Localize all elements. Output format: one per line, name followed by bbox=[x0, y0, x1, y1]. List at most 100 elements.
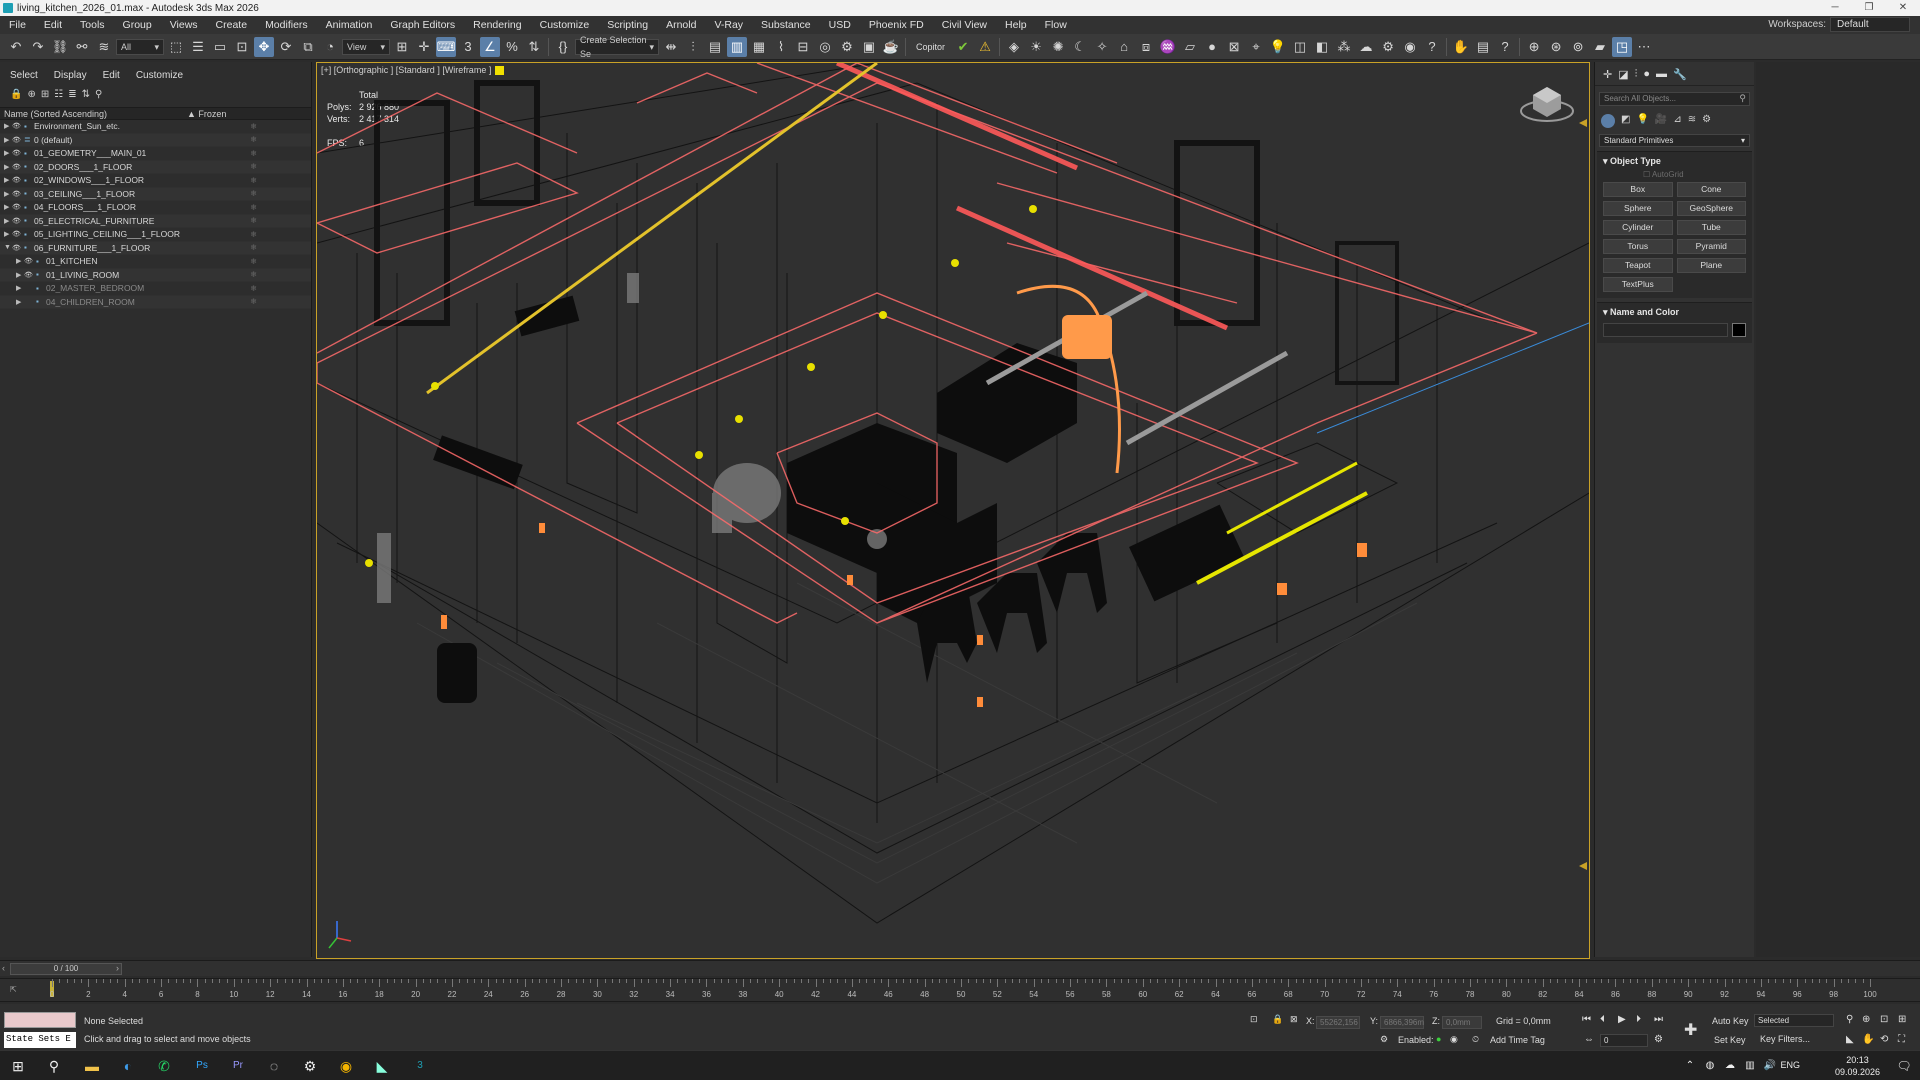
pan-extra-icon[interactable]: ⊕ bbox=[1524, 37, 1544, 57]
utilities-tab-icon[interactable]: 🔧 bbox=[1673, 68, 1687, 81]
rendered-frame-window-icon[interactable]: ▣ bbox=[859, 37, 879, 57]
help-icon[interactable]: ? bbox=[1422, 37, 1442, 57]
window-crossing-icon[interactable]: ⊡ bbox=[232, 37, 252, 57]
file-explorer-icon[interactable]: ▬ bbox=[82, 1057, 102, 1075]
warning-icon[interactable]: ⚠ bbox=[975, 37, 995, 57]
freeze-icon[interactable]: ❄ bbox=[250, 135, 257, 144]
pyramid-button[interactable]: Pyramid bbox=[1676, 239, 1746, 254]
motion-tab-icon[interactable]: ● bbox=[1643, 68, 1650, 80]
vray-fur-icon[interactable]: ♒ bbox=[1158, 37, 1178, 57]
layer-row[interactable]: ▶ 👁 ▪ 01_GEOMETRY___MAIN_01 ❄ bbox=[0, 147, 311, 161]
auto-key-button[interactable]: Auto Key bbox=[1712, 1016, 1749, 1026]
settings-gear-icon[interactable]: ⚙ bbox=[300, 1057, 320, 1075]
orbit-icon[interactable]: ⟲ bbox=[1880, 1034, 1888, 1045]
previous-frame-icon[interactable]: ⏴ bbox=[1600, 1014, 1605, 1025]
freeze-icon[interactable]: ❄ bbox=[250, 176, 257, 185]
lights-category-icon[interactable]: 💡 bbox=[1636, 114, 1648, 128]
curve-editor-icon[interactable]: ⌇ bbox=[771, 37, 791, 57]
layer-row[interactable]: ▶ 👁 ▪ 05_ELECTRICAL_FURNITURE ❄ bbox=[0, 214, 311, 228]
hierarchy-tab-icon[interactable]: ⫶ bbox=[1635, 68, 1638, 80]
vray-sun-icon[interactable]: ✺ bbox=[1048, 37, 1068, 57]
expand-arrow-icon[interactable]: ▶ bbox=[4, 149, 12, 157]
layer-row[interactable]: ▶ 👁 ▪ 01_LIVING_ROOM ❄ bbox=[0, 268, 311, 282]
cone-button[interactable]: Cone bbox=[1676, 182, 1746, 197]
cylinder-button[interactable]: Cylinder bbox=[1603, 220, 1673, 235]
freeze-icon[interactable]: ❄ bbox=[250, 122, 257, 131]
menu-modifiers[interactable]: Modifiers bbox=[256, 19, 317, 31]
copitor-label[interactable]: Copitor bbox=[910, 42, 951, 52]
named-selection-dropdown[interactable]: Create Selection Se ▾ bbox=[575, 35, 659, 59]
premiere-icon[interactable]: Pr bbox=[228, 1057, 248, 1075]
render-extra-icon[interactable]: ⊚ bbox=[1568, 37, 1588, 57]
bind-space-warp-icon[interactable]: ≋ bbox=[94, 37, 114, 57]
visibility-eye-icon[interactable]: 👁 bbox=[12, 176, 24, 184]
visibility-eye-icon[interactable]: 👁 bbox=[12, 190, 24, 198]
rect-selection-icon[interactable]: ▭ bbox=[210, 37, 230, 57]
vray-toon-icon[interactable]: ☁ bbox=[1356, 37, 1376, 57]
freeze-icon[interactable]: ❄ bbox=[250, 189, 257, 198]
tray-expand-icon[interactable]: ⌃ bbox=[1680, 1057, 1700, 1075]
vray-mesh-light-icon[interactable]: ⌂ bbox=[1114, 37, 1134, 57]
next-frame-arrow-icon[interactable]: › bbox=[116, 963, 119, 973]
layer-stack-icon[interactable]: ≣ bbox=[68, 89, 76, 100]
menu-vray[interactable]: V-Ray bbox=[705, 19, 752, 31]
column-frozen[interactable]: ▲ Frozen bbox=[187, 108, 307, 119]
freeze-icon[interactable]: ❄ bbox=[250, 230, 257, 239]
lock-icon[interactable]: 🔒 bbox=[10, 89, 22, 100]
select-rotate-icon[interactable]: ⟳ bbox=[276, 37, 296, 57]
select-by-name-icon[interactable]: ☰ bbox=[188, 37, 208, 57]
freeze-icon[interactable]: ❄ bbox=[250, 216, 257, 225]
select-object-icon[interactable]: ⬚ bbox=[166, 37, 186, 57]
manipulate-icon[interactable]: ✛ bbox=[414, 37, 434, 57]
menu-rendering[interactable]: Rendering bbox=[464, 19, 530, 31]
layer-row[interactable]: ▶ ▪ 04_CHILDREN_ROOM ❄ bbox=[0, 295, 311, 309]
interactive-render-icon[interactable]: ◳ bbox=[1612, 36, 1633, 57]
isolate-icon[interactable]: ⊡ bbox=[1250, 1014, 1258, 1025]
key-selection-dropdown[interactable]: Selected bbox=[1754, 1014, 1834, 1027]
geometry-category-icon[interactable] bbox=[1601, 114, 1615, 128]
maximize-viewport-icon[interactable]: ⛶ bbox=[1898, 1034, 1905, 1045]
spacewarps-category-icon[interactable]: ≋ bbox=[1688, 114, 1696, 128]
schematic-view-icon[interactable]: ⊟ bbox=[793, 37, 813, 57]
snaps-toggle-icon[interactable]: 3 bbox=[458, 37, 478, 57]
layer-row[interactable]: ▶ 👁 ▪ 01_KITCHEN ❄ bbox=[0, 255, 311, 269]
layer-row[interactable]: ▶ 👁 ▪ 02_WINDOWS___1_FLOOR ❄ bbox=[0, 174, 311, 188]
expand-arrow-icon[interactable]: ▶ bbox=[4, 203, 12, 211]
autogrid-checkbox[interactable]: ☐ AutoGrid bbox=[1603, 168, 1746, 182]
volume-icon[interactable]: 🔊 bbox=[1760, 1057, 1780, 1075]
primitive-category-dropdown[interactable]: Standard Primitives ▾ bbox=[1599, 134, 1750, 147]
systems-category-icon[interactable]: ⚙ bbox=[1702, 114, 1711, 128]
freeze-icon[interactable]: ❄ bbox=[250, 270, 257, 279]
freeze-icon[interactable]: ❄ bbox=[250, 297, 257, 306]
taskbar-search-icon[interactable]: ⚲ bbox=[44, 1057, 64, 1075]
vray-plane-icon[interactable]: ▱ bbox=[1180, 37, 1200, 57]
expand-arrow-icon[interactable]: ▶ bbox=[16, 257, 24, 265]
freeze-icon[interactable]: ❄ bbox=[250, 203, 257, 212]
menu-usd[interactable]: USD bbox=[820, 19, 860, 31]
display-tab-icon[interactable]: ▬ bbox=[1656, 68, 1667, 80]
state-sets-field[interactable]: State Sets E bbox=[4, 1032, 76, 1048]
menu-animation[interactable]: Animation bbox=[317, 19, 382, 31]
current-frame-field[interactable]: 0 bbox=[1600, 1034, 1648, 1047]
helpers-category-icon[interactable]: ⊿ bbox=[1673, 114, 1681, 128]
layer-row[interactable]: ▶ 👁 ▪ 03_CEILING___1_FLOOR ❄ bbox=[0, 187, 311, 201]
menu-scripting[interactable]: Scripting bbox=[598, 19, 657, 31]
expand-arrow-icon[interactable]: ▶ bbox=[16, 298, 24, 306]
toggle-ribbon-icon[interactable]: ▦ bbox=[749, 37, 769, 57]
vray-vfb-icon[interactable]: ⊠ bbox=[1224, 37, 1244, 57]
language-indicator[interactable]: ENG bbox=[1780, 1060, 1800, 1070]
vray-proxy-icon[interactable]: ⧈ bbox=[1136, 37, 1156, 57]
help-circle-icon[interactable]: ? bbox=[1495, 37, 1515, 57]
add-time-tag-button[interactable]: Add Time Tag bbox=[1490, 1035, 1545, 1045]
visibility-eye-icon[interactable]: 👁 bbox=[12, 136, 24, 144]
checkmark-icon[interactable]: ✔ bbox=[953, 37, 973, 57]
tab-customize[interactable]: Customize bbox=[136, 70, 183, 81]
maxscript-listener[interactable] bbox=[4, 1012, 76, 1028]
visibility-eye-icon[interactable]: 👁 bbox=[24, 271, 36, 279]
filter-icon[interactable]: ⚲ bbox=[95, 89, 102, 100]
visibility-eye-icon[interactable]: 👁 bbox=[12, 230, 24, 238]
menu-customize[interactable]: Customize bbox=[531, 19, 599, 31]
x-coordinate-field[interactable]: 55262,156 bbox=[1316, 1016, 1360, 1029]
3dsmax-taskbar-icon[interactable]: 3 bbox=[410, 1057, 430, 1075]
prev-frame-arrow-icon[interactable]: ‹ bbox=[2, 963, 5, 973]
